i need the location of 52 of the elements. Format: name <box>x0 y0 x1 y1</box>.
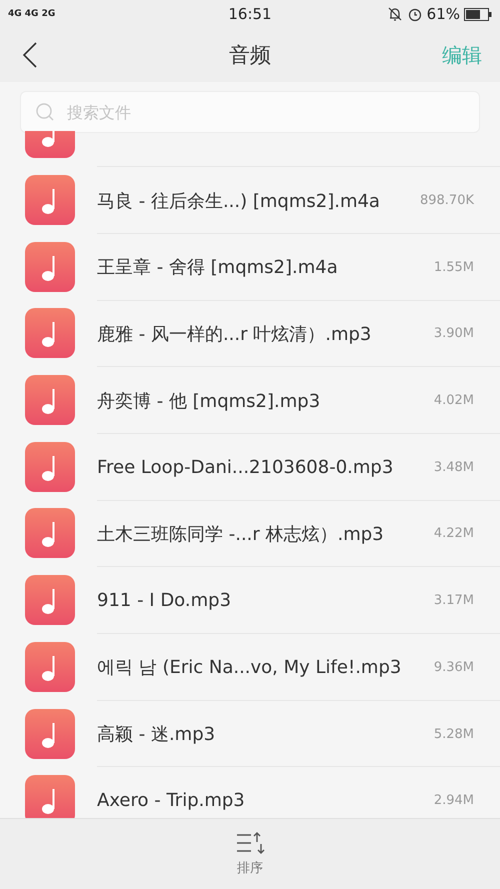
bell-off-icon <box>386 6 403 22</box>
file-name: 马良 - 往后余生...) [mqms2].m4a <box>97 190 380 213</box>
file-row[interactable]: 王呈章 - 舍得 [mqms2].m4a 1.55M <box>0 233 500 300</box>
file-size: 9.36M <box>434 660 474 675</box>
file-name: 土木三班陈同学 -...r 林志炫）.mp3 <box>97 522 384 546</box>
music-note-icon <box>25 575 75 626</box>
search-icon <box>35 102 55 122</box>
music-note-icon <box>25 442 75 492</box>
file-name: 舟奕博 - 他 [mqms2].mp3 <box>97 390 320 413</box>
file-name: 에릭 남 (Eric Na...vo, My Life!.mp3 <box>97 656 402 680</box>
search-bar[interactable]: 搜索文件 <box>20 91 480 133</box>
file-name: 911 - I Do.mp3 <box>97 590 232 612</box>
file-name: 王呈章 - 舍得 [mqms2].m4a <box>97 256 338 280</box>
page-title: 音频 <box>228 42 272 69</box>
file-row[interactable]: 高颖 - 迷.mp3 5.28M <box>0 700 500 767</box>
back-button[interactable] <box>22 41 38 69</box>
music-note-icon <box>25 508 75 558</box>
alarm-icon <box>406 6 423 22</box>
file-size: 3.48M <box>434 460 474 475</box>
sort-icon <box>235 831 265 855</box>
file-size: 4.22M <box>434 526 474 542</box>
file-row[interactable]: 鹿雅 - 风一样的...r 叶炫清）.mp3 3.90M <box>0 300 500 367</box>
battery-percent: 61% <box>426 5 460 23</box>
file-name: Axero - Trip.mp3 <box>97 790 245 812</box>
music-note-icon <box>25 175 75 226</box>
file-size: 898.70K <box>420 193 474 208</box>
file-size: 4.02M <box>434 393 474 408</box>
search-field[interactable]: 搜索文件 <box>65 102 465 122</box>
file-row[interactable]: 舟奕博 - 他 [mqms2].mp3 4.02M <box>0 366 500 434</box>
file-row[interactable]: 에릭 남 (Eric Na...vo, My Life!.mp3 9.36M <box>0 634 500 700</box>
file-size: 3.17M <box>434 593 474 608</box>
file-name: Free Loop-Dani...2103608-0.mp3 <box>97 456 394 478</box>
file-name: 高颖 - 迷.mp3 <box>97 723 216 746</box>
battery-icon <box>464 8 492 20</box>
file-row[interactable]: Free Loop-Dani...2103608-0.mp3 3.48M <box>0 433 500 500</box>
music-note-icon <box>25 242 75 292</box>
music-note-icon <box>25 375 75 426</box>
music-note-icon <box>25 775 75 818</box>
file-row[interactable]: 马良 - 往后余生...) [mqms2].m4a 898.70K <box>0 166 500 234</box>
status-time: 16:51 <box>227 5 273 23</box>
sort-button[interactable]: 排序 <box>229 830 271 878</box>
music-note-icon <box>25 308 75 358</box>
music-note-icon <box>25 708 75 759</box>
file-size: 3.90M <box>434 326 474 342</box>
file-size: 2.94M <box>434 793 474 808</box>
file-size: 1.55M <box>434 260 474 275</box>
signal-status: 4G 4G 2G <box>8 9 56 19</box>
file-row[interactable]: 911 - I Do.mp3 3.17M <box>0 566 500 634</box>
file-name: 鹿雅 - 风一样的...r 叶炫清）.mp3 <box>97 322 372 346</box>
music-note-icon <box>25 642 75 692</box>
file-size: 5.28M <box>434 726 474 742</box>
file-row[interactable]: 土木三班陈同学 -...r 林志炫）.mp3 4.22M <box>0 500 500 567</box>
